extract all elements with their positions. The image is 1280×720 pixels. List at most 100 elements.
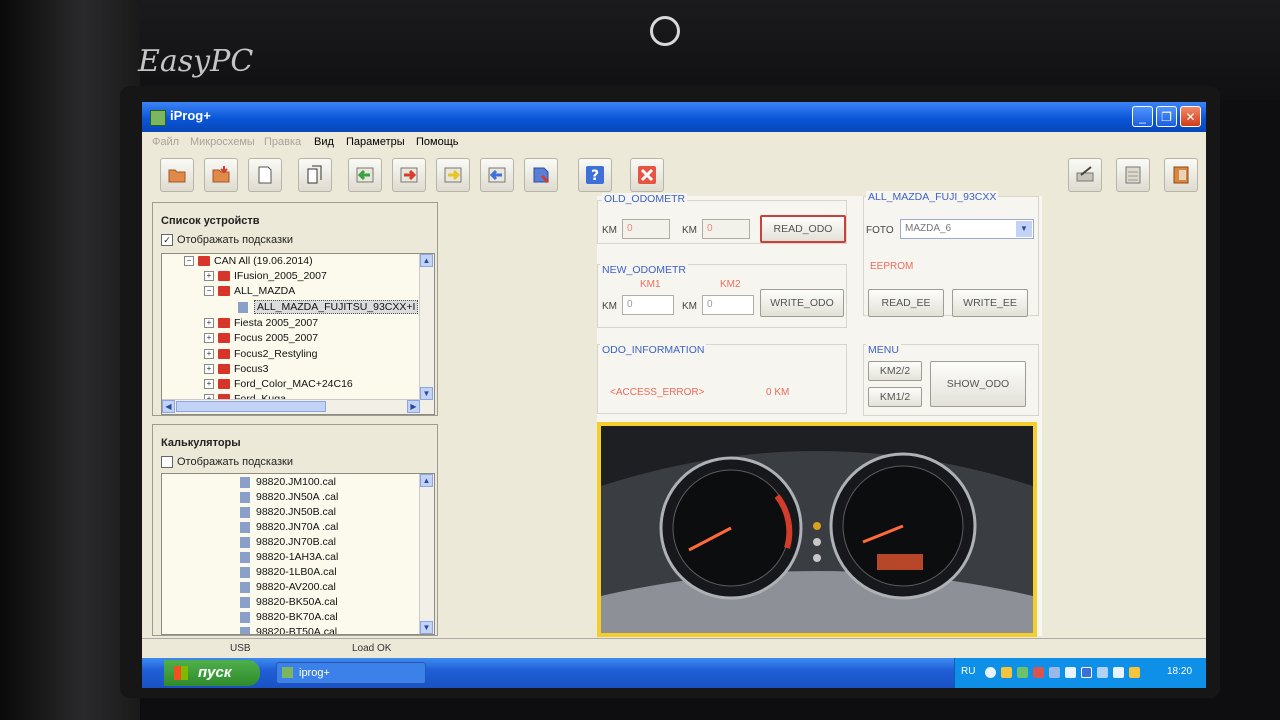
scroll-right-icon[interactable]: ▶ [407,400,420,413]
scroll-left-icon[interactable]: ◀ [162,400,175,413]
calculators-header: Калькуляторы [161,437,241,449]
copy-document-button[interactable] [298,158,332,192]
scroll-down-icon[interactable]: ▼ [420,387,433,400]
list-item[interactable]: 98820-BT50A.cal [240,626,337,634]
door-icon [1173,166,1189,184]
scroll-up-icon[interactable]: ▲ [420,254,433,267]
taskbar-app-iprog[interactable]: iprog+ [276,662,426,684]
menu-edit[interactable]: Правка [264,136,301,148]
write-ee-button[interactable]: WRITE_EE [952,289,1028,317]
write-odo-button[interactable]: WRITE_ODO [760,289,844,317]
list-item[interactable]: 98820.JN50A .cal [240,491,338,506]
menu-file[interactable]: Файл [152,136,179,148]
km2-2-button[interactable]: KM2/2 [868,361,922,381]
expand-icon: + [204,349,214,360]
edit-notes-button[interactable] [1068,158,1102,192]
close-button[interactable]: ✕ [1180,106,1201,127]
show-odo-button[interactable]: SHOW_ODO [930,361,1026,407]
tree-item[interactable]: − ALL_MAZDA [204,285,295,300]
scroll-up-icon[interactable]: ▲ [420,474,433,487]
language-indicator[interactable]: RU [961,666,975,677]
old-km1-field[interactable]: 0 [622,219,670,239]
tray-alert-icon[interactable] [1033,667,1044,678]
tree-item-label: Fiesta 2005_2007 [234,317,319,329]
shield-icon[interactable] [1001,667,1012,678]
menu-params[interactable]: Параметры [346,136,405,148]
tray-security-icon[interactable] [1129,667,1140,678]
tree-vertical-scrollbar[interactable]: ▲ ▼ [419,254,434,414]
arrow-left-blue-icon [488,167,506,183]
calculators-hints-checkbox[interactable]: Отображать подсказки [161,456,293,469]
help-button[interactable]: ? [578,158,612,192]
tray-usb-icon[interactable] [1065,667,1076,678]
app-icon [150,110,166,126]
tree-horizontal-scrollbar[interactable]: ◀ ▶ [162,399,420,414]
list-item[interactable]: 98820-AV200.cal [240,581,336,596]
minimize-button[interactable]: _ [1132,106,1153,127]
new-km1-field[interactable]: 0 [622,295,674,315]
tree-item[interactable]: + Focus3 [204,363,268,378]
list-item-label: 98820.JM100.cal [256,476,336,488]
menu-view[interactable]: Вид [314,136,334,148]
system-tray: RU 18:20 [954,658,1206,688]
tree-item[interactable]: + Fiesta 2005_2007 [204,317,318,332]
tray-display-icon[interactable] [1049,667,1060,678]
save-folder-button[interactable] [204,158,238,192]
menu-help[interactable]: Помощь [416,136,459,148]
tree-item[interactable]: + Ford_Color_MAC+24C16 [204,378,353,393]
dashboard-photo [597,422,1037,637]
old-km2-field[interactable]: 0 [702,219,750,239]
read-left-button[interactable] [348,158,382,192]
calculator-button[interactable] [1116,158,1150,192]
calc-vertical-scrollbar[interactable]: ▲ ▼ [419,474,434,634]
read-odo-button[interactable]: READ_ODO [760,215,846,243]
menu-bar: Файл Микросхемы Правка Вид Параметры Пом… [142,132,1206,154]
list-item[interactable]: 98820.JM100.cal [240,476,336,491]
list-item[interactable]: 98820.JN70B.cal [240,536,336,551]
list-item[interactable]: 98820-1AH3A.cal [240,551,338,566]
volume-icon[interactable] [1097,667,1108,678]
verify-button[interactable] [436,158,470,192]
new-document-button[interactable] [248,158,282,192]
foto-select[interactable]: MAZDA_6 ▼ [900,219,1034,239]
list-item[interactable]: 98820-BK50A.cal [240,596,338,611]
scroll-down-icon[interactable]: ▼ [420,621,433,634]
device-tree: − CAN All (19.06.2014) + IFusion_2005_2007… [161,253,435,415]
erase-button[interactable] [524,158,558,192]
compare-button[interactable] [480,158,514,192]
open-folder-button[interactable] [160,158,194,192]
tray-app-icon[interactable] [1017,667,1028,678]
write-right-button[interactable] [392,158,426,192]
new-km2-field[interactable]: 0 [702,295,754,315]
tree-item[interactable]: + Focus 2005_2007 [204,332,318,347]
list-item[interactable]: 98820-1LB0A.cal [240,566,337,581]
tray-monitor-icon[interactable] [1113,667,1124,678]
list-item[interactable]: 98820.JN50B.cal [240,506,336,521]
collapse-icon: − [204,286,214,297]
foto-select-value: MAZDA_6 [905,223,952,234]
read-ee-button[interactable]: READ_EE [868,289,944,317]
bluetooth-icon[interactable] [1081,667,1092,678]
maximize-button[interactable]: ❐ [1156,106,1177,127]
clock[interactable]: 18:20 [1167,666,1192,677]
exit-door-button[interactable] [1164,158,1198,192]
list-item[interactable]: 98820-BK70A.cal [240,611,338,626]
tree-item[interactable]: + IFusion_2005_2007 [204,270,327,285]
tree-item[interactable]: − CAN All (19.06.2014) [184,255,313,270]
chevron-down-icon[interactable]: ▼ [1016,221,1032,237]
km1-2-button[interactable]: KM1/2 [868,387,922,407]
km-label: KM [602,301,617,312]
tree-item-selected[interactable]: ALL_MAZDA_FUJITSU_93CXX+I [238,300,419,316]
menu-chips[interactable]: Микросхемы [190,136,255,148]
start-button[interactable]: пуск [164,660,260,686]
devices-hints-checkbox[interactable]: ✓ Отображать подсказки [161,234,293,247]
network-icon[interactable] [985,667,996,678]
new-odometer-group: NEW_ODOMETR KM1 KM2 KM 0 KM 0 WRITE_ODO [597,264,847,328]
tree-item[interactable]: + Focus2_Restyling [204,348,317,363]
task-label: iprog+ [299,667,330,679]
list-item[interactable]: 98820.JN70A .cal [240,521,338,536]
scroll-thumb[interactable] [176,401,326,412]
exit-button[interactable] [630,158,664,192]
eraser-icon [533,167,550,184]
odo-information-title: ODO_INFORMATION [600,344,707,356]
